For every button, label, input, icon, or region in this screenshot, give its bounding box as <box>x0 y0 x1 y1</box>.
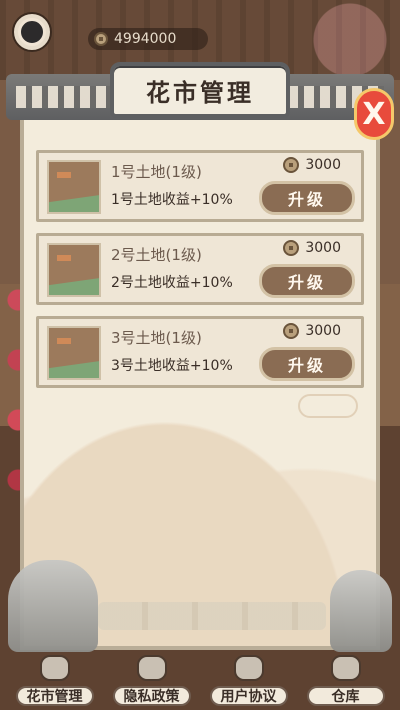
nav-label: 仓库 <box>306 686 385 706</box>
panel-title-plate: 花市管理 <box>110 62 290 118</box>
land-name: 3号土地(1级) <box>111 329 202 347</box>
cost-amount: 3000 <box>305 240 341 256</box>
avatar-face-icon <box>18 18 46 46</box>
coin-icon <box>283 323 300 339</box>
land-bonus: 1号土地收益+10% <box>111 192 233 208</box>
bottom-navigation: 花市管理 隐私政策 用户协议 仓库 <box>0 655 400 710</box>
nav-market[interactable]: 花市管理 <box>10 655 100 710</box>
nav-warehouse[interactable]: 仓库 <box>301 655 391 710</box>
nav-label: 用户协议 <box>209 686 288 706</box>
upgrade-cost: 3000 <box>283 323 341 339</box>
upgrade-cost: 3000 <box>283 240 341 256</box>
cloud-decoration-icon <box>298 394 358 418</box>
land-thumbnail-icon <box>47 326 101 380</box>
land-card-2: 2号土地(1级) 2号土地收益+10% 3000 升级 <box>36 233 364 305</box>
land-thumbnail-icon <box>47 243 101 297</box>
land-card-1: 1号土地(1级) 1号土地收益+10% 3000 升级 <box>36 150 364 222</box>
coin-icon <box>283 157 300 173</box>
coin-balance: 4994000 <box>88 28 208 50</box>
agreement-icon <box>233 655 264 681</box>
coin-icon <box>94 32 108 46</box>
cost-amount: 3000 <box>305 157 341 173</box>
land-name: 2号土地(1级) <box>111 246 202 264</box>
land-card-3: 3号土地(1级) 3号土地收益+10% 3000 升级 <box>36 316 364 388</box>
privacy-icon <box>136 655 167 681</box>
nav-privacy[interactable]: 隐私政策 <box>107 655 197 710</box>
nav-label: 花市管理 <box>15 686 94 706</box>
player-avatar[interactable] <box>12 12 52 52</box>
cost-amount: 3000 <box>305 323 341 339</box>
land-thumbnail-icon <box>47 160 101 214</box>
land-bonus: 3号土地收益+10% <box>111 358 233 374</box>
stone-path-decoration <box>98 602 326 630</box>
land-bonus: 2号土地收益+10% <box>111 275 233 291</box>
coin-icon <box>283 240 300 256</box>
panel-title: 花市管理 <box>146 78 254 107</box>
rock-decoration-icon <box>330 570 392 652</box>
coin-amount: 4994000 <box>114 31 177 47</box>
nav-label: 隐私政策 <box>112 686 191 706</box>
rock-decoration-icon <box>8 560 98 652</box>
warehouse-icon <box>330 655 361 681</box>
market-icon <box>39 655 70 681</box>
land-name: 1号土地(1级) <box>111 163 202 181</box>
upgrade-button-3[interactable]: 升级 <box>259 347 355 381</box>
close-button[interactable]: X <box>354 88 394 140</box>
upgrade-cost: 3000 <box>283 157 341 173</box>
upgrade-button-2[interactable]: 升级 <box>259 264 355 298</box>
nav-agreement[interactable]: 用户协议 <box>204 655 294 710</box>
upgrade-button-1[interactable]: 升级 <box>259 181 355 215</box>
